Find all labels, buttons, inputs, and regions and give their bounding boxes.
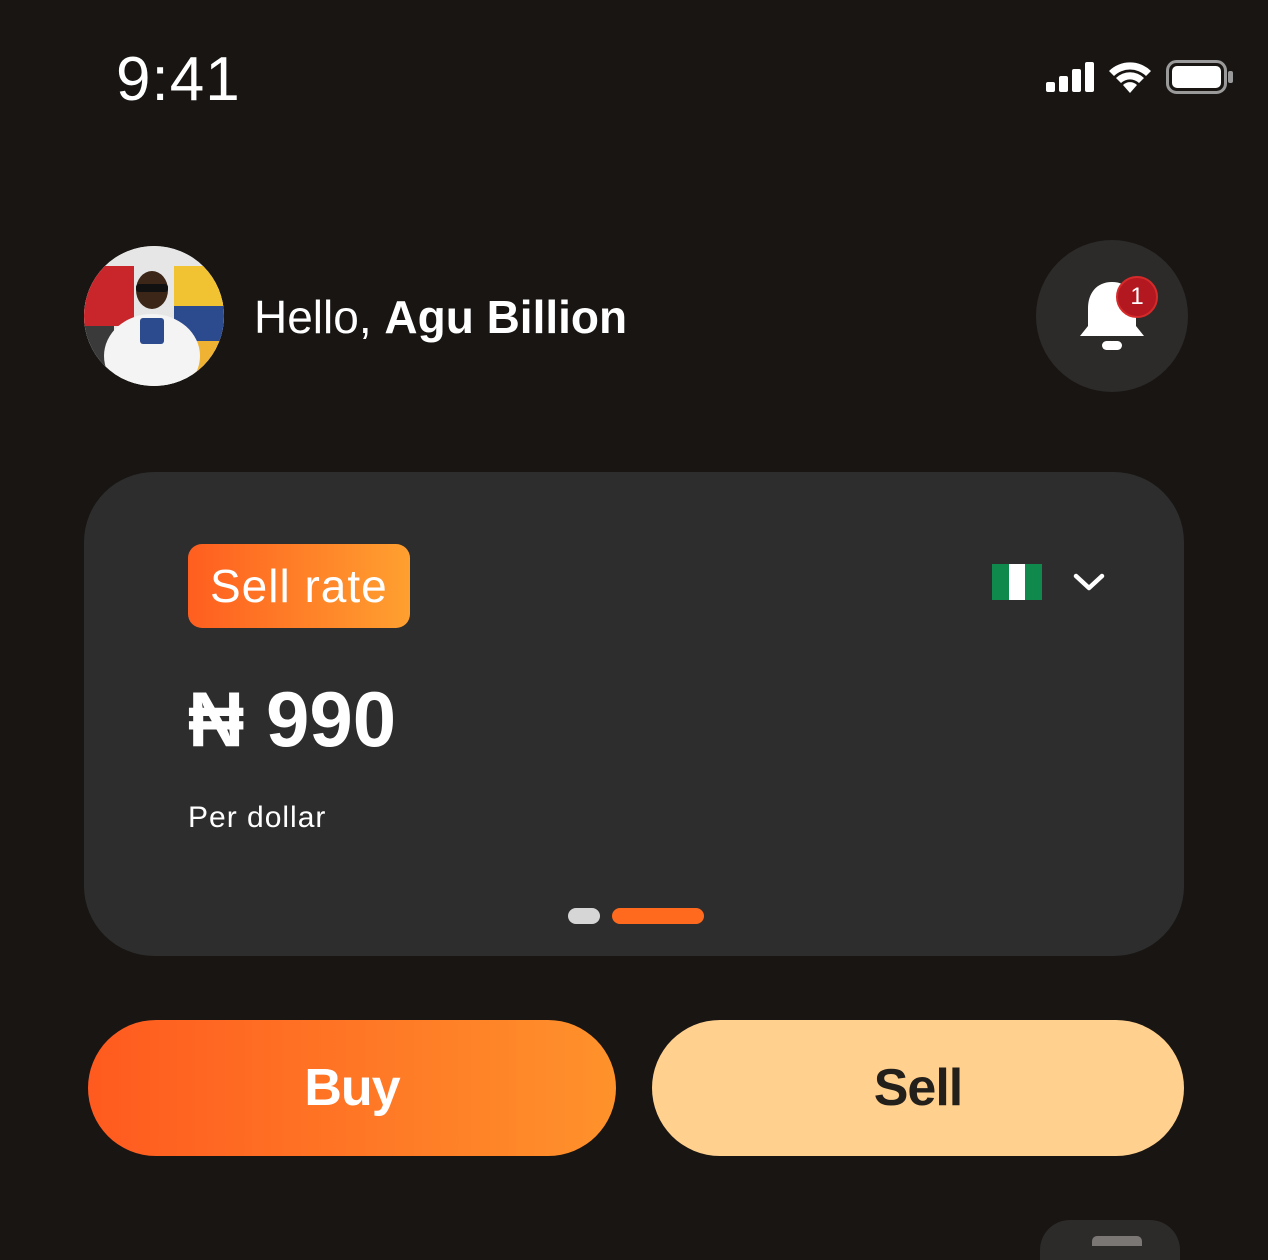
cellular-signal-icon	[1046, 62, 1094, 92]
user-name: Agu Billion	[384, 291, 628, 343]
bottom-card-peek[interactable]	[1040, 1220, 1180, 1260]
notifications-button[interactable]	[1036, 240, 1188, 392]
battery-icon	[1166, 60, 1233, 94]
status-bar: 9:41	[0, 0, 1268, 150]
wifi-icon	[1109, 62, 1151, 93]
card-icon	[1092, 1236, 1142, 1246]
pagination-dot-2-active[interactable]	[612, 908, 704, 924]
buy-button[interactable]: Buy	[88, 1020, 616, 1156]
status-time: 9:41	[116, 45, 241, 114]
sell-button[interactable]: Sell	[652, 1020, 1184, 1156]
notification-badge: 1	[1116, 276, 1158, 318]
pagination-dot-1[interactable]	[568, 908, 600, 924]
avatar[interactable]	[84, 246, 224, 386]
user-avatar-photo	[84, 246, 224, 386]
chevron-down-icon[interactable]	[1072, 568, 1106, 596]
greeting: Hello, Agu Billion	[254, 288, 627, 346]
rate-unit: Per dollar	[188, 801, 327, 834]
rate-card[interactable]: Sell rate ₦ 990 Per dollar	[84, 472, 1184, 956]
rate-value: ₦ 990	[188, 675, 397, 763]
greeting-prefix: Hello,	[254, 291, 385, 343]
status-icons	[1046, 60, 1234, 94]
sell-rate-badge: Sell rate	[188, 544, 410, 628]
nigeria-flag-icon[interactable]	[992, 564, 1043, 600]
